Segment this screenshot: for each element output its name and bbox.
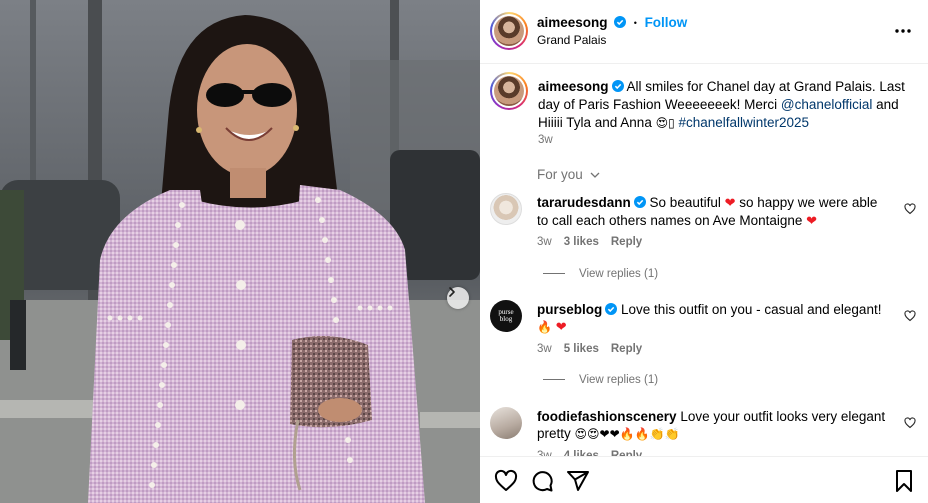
author-avatar[interactable] xyxy=(490,12,528,50)
bookmark-icon[interactable] xyxy=(892,469,916,493)
for-you-label: For you xyxy=(537,167,583,182)
reply-button[interactable]: Reply xyxy=(611,236,642,248)
comment-meta: 3w 5 likes Reply xyxy=(537,343,654,355)
comment-text: tararudesdann So beautiful ❤ so happy we… xyxy=(537,194,889,230)
post-header: aimeesong • Follow Grand Palais xyxy=(480,0,928,64)
mention-link[interactable]: @chanelofficial xyxy=(781,97,873,112)
comment-emojis: 😍😍❤❤🔥🔥👏👏 xyxy=(574,427,680,441)
caption-text: aimeesong All smiles for Chanel day at G… xyxy=(538,78,910,132)
heart-emoji: ❤ xyxy=(806,214,818,229)
comment-time[interactable]: 3w xyxy=(537,236,552,248)
commenter-avatar[interactable] xyxy=(490,193,522,225)
fire-emoji: 🔥 xyxy=(537,320,552,334)
comment-likes[interactable]: 3 likes xyxy=(564,236,599,248)
comment-sort-dropdown[interactable]: For you xyxy=(537,167,600,182)
chevron-right-icon xyxy=(449,287,455,297)
comment-icon[interactable] xyxy=(530,469,554,493)
caption-emoji: 😍▯ xyxy=(655,116,675,130)
reply-button[interactable]: Reply xyxy=(611,343,642,355)
more-options-icon[interactable] xyxy=(894,24,912,38)
commenter-avatar[interactable] xyxy=(490,407,522,439)
view-replies-button[interactable]: View replies (1) xyxy=(543,374,658,386)
chevron-down-icon xyxy=(590,172,600,178)
caption-username[interactable]: aimeesong xyxy=(538,79,609,94)
view-replies-button[interactable]: View replies (1) xyxy=(543,268,658,280)
verified-icon xyxy=(605,303,618,315)
post-side-panel: aimeesong • Follow Grand Palais aimeeson… xyxy=(480,0,928,503)
commenter-username[interactable]: foodiefashionscenery xyxy=(537,409,677,424)
share-icon[interactable] xyxy=(566,469,590,493)
verified-icon xyxy=(633,196,646,208)
next-photo-button[interactable] xyxy=(447,287,469,309)
caption-timestamp[interactable]: 3w xyxy=(538,134,553,146)
heart-emoji: ❤ xyxy=(724,196,736,211)
heart-emoji: ❤ xyxy=(555,320,567,335)
comment-body: Love this outfit on you - casual and ele… xyxy=(621,302,882,317)
commenter-username[interactable]: tararudesdann xyxy=(537,195,631,210)
comment-text: foodiefashionscenery Love your outfit lo… xyxy=(537,408,889,443)
follow-button[interactable]: Follow xyxy=(645,15,688,30)
caption-author-avatar[interactable] xyxy=(490,72,528,110)
like-comment-heart-icon[interactable] xyxy=(904,417,916,429)
commenter-avatar[interactable]: purse blog xyxy=(490,300,522,332)
post-photo xyxy=(0,0,480,503)
verified-icon xyxy=(611,80,624,92)
heart-icon[interactable] xyxy=(494,469,518,493)
commenter-username[interactable]: purseblog xyxy=(537,302,602,317)
comment-body: So beautiful xyxy=(649,195,725,210)
view-replies-label: View replies (1) xyxy=(579,268,659,280)
like-comment-heart-icon[interactable] xyxy=(904,203,916,215)
photo-illustration xyxy=(0,0,480,503)
post-location[interactable]: Grand Palais xyxy=(537,33,606,47)
hashtag-link[interactable]: #chanelfallwinter2025 xyxy=(675,115,809,130)
comment-likes[interactable]: 5 likes xyxy=(564,343,599,355)
comment-time[interactable]: 3w xyxy=(537,343,552,355)
view-replies-label: View replies (1) xyxy=(579,374,659,386)
post-action-bar xyxy=(480,456,928,503)
comment-meta: 3w 3 likes Reply xyxy=(537,236,654,248)
purseblog-logo: purse blog xyxy=(498,308,514,323)
comment-text: purseblog Love this outfit on you - casu… xyxy=(537,301,889,336)
author-username[interactable]: aimeesong xyxy=(537,15,608,30)
like-comment-heart-icon[interactable] xyxy=(904,310,916,322)
separator-dot: • xyxy=(633,18,637,28)
verified-icon xyxy=(614,16,627,28)
